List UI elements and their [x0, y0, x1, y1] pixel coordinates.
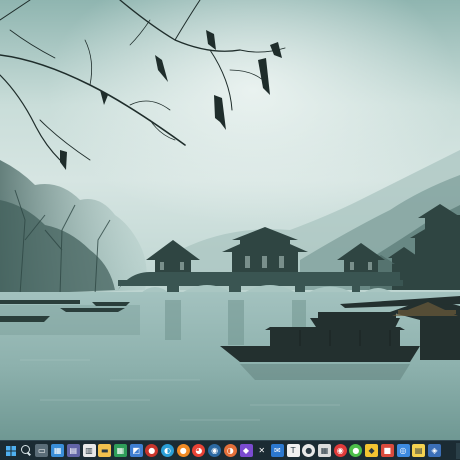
spreadsheet-app-icon[interactable]: ▦ [113, 444, 127, 457]
task-view-icon[interactable]: ▭ [35, 444, 49, 457]
calendar-app-icon[interactable]: ▥ [82, 444, 96, 457]
show-desktop-button[interactable] [456, 443, 460, 459]
red-circle-app-icon[interactable]: ◉ [333, 444, 347, 457]
photos-app-icon[interactable]: ◩ [129, 444, 143, 457]
edge-browser-icon[interactable]: ◐ [161, 444, 174, 457]
yellow-app-icon[interactable]: ◆ [365, 444, 379, 457]
start-icon[interactable] [4, 444, 17, 457]
vscode-icon[interactable]: ✕ [255, 444, 269, 457]
browser-app-icon[interactable]: ● [145, 444, 159, 457]
file-explorer-icon[interactable]: ▬ [98, 444, 112, 457]
firefox-browser-icon[interactable]: ● [176, 444, 190, 457]
red-app-icon[interactable]: ■ [380, 444, 394, 457]
green-circle-app-icon[interactable]: ● [349, 444, 363, 457]
chrome-browser-icon[interactable]: ◕ [192, 444, 206, 457]
mail-app-icon[interactable]: ✉ [270, 444, 284, 457]
purple-app-icon[interactable]: ◆ [239, 444, 253, 457]
search-icon[interactable] [20, 444, 33, 457]
landscape-wallpaper [0, 0, 460, 440]
taskbar: ▭ ▦ ▤ ▥ ▬ ▦ ◩ ● ◐ ● ◕ ◉ ◑ ◆ ✕ ✉ T ● ▦ ◉ ● ◆ ■ ◎ ▤ ◈ [0, 440, 460, 460]
teams-chat-icon[interactable]: ▤ [66, 444, 80, 457]
notes-app-icon[interactable]: ▤ [412, 444, 426, 457]
steam-app-icon[interactable]: ◉ [208, 444, 222, 457]
chat-bubble-icon[interactable]: ● [302, 444, 316, 457]
widgets-icon[interactable]: ▦ [51, 444, 65, 457]
media-app-icon[interactable]: ◑ [223, 444, 237, 457]
tray-app-icon[interactable]: ◈ [427, 444, 441, 457]
grid-app-icon[interactable]: ▦ [318, 444, 331, 457]
text-editor-icon[interactable]: T [286, 444, 300, 457]
blue-app-icon[interactable]: ◎ [396, 444, 410, 457]
